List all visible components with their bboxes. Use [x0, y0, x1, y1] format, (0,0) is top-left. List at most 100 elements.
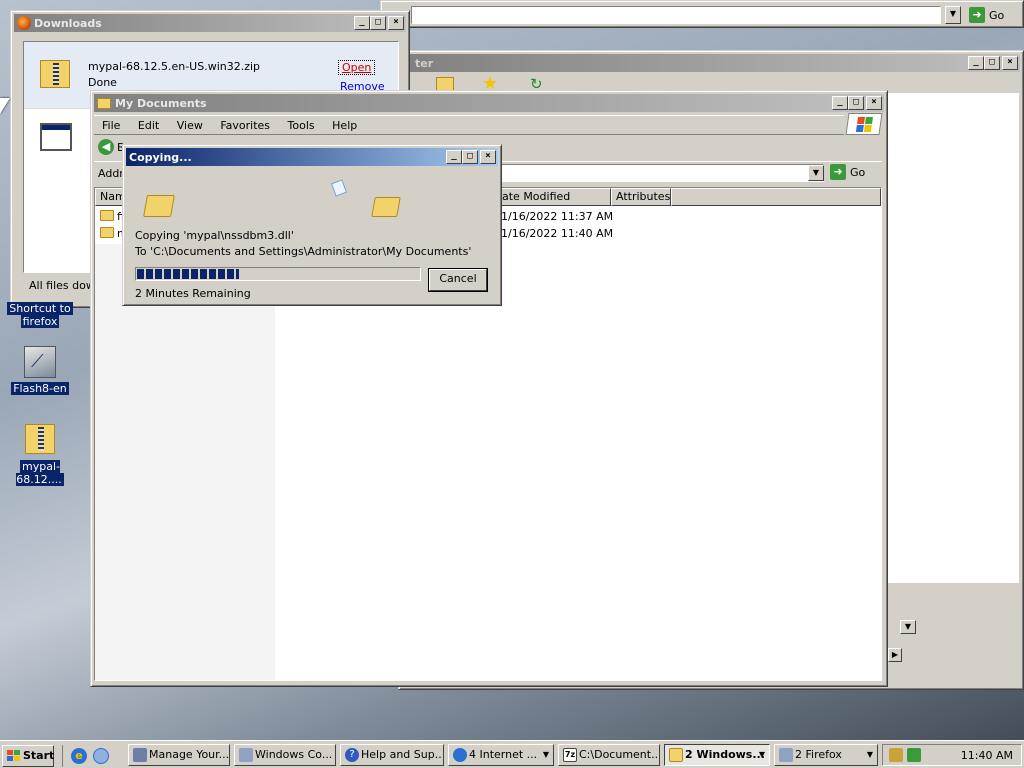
address-label: Addr — [98, 167, 124, 180]
close-button[interactable]: × — [480, 150, 496, 164]
download-filename: mypal-68.12.5.en-US.win32.zip — [88, 60, 261, 73]
background-browser-window: ▼ ➜ Go — [380, 0, 1024, 28]
copying-destination-text: To 'C:\Documents and Settings\Administra… — [135, 245, 472, 258]
mouse-cursor-icon — [0, 98, 10, 114]
flash-installer-icon: ⟋ — [24, 346, 56, 378]
close-button[interactable]: × — [866, 96, 882, 110]
address-go-button[interactable]: ➜ Go — [830, 164, 865, 180]
group-arrow-icon: ▼ — [542, 750, 549, 759]
folder-title-icon — [97, 97, 111, 109]
menu-help[interactable]: Help — [332, 119, 357, 132]
menu-favorites[interactable]: Favorites — [220, 119, 270, 132]
go-arrow-icon: ➜ — [830, 164, 846, 180]
minimize-button[interactable]: _ — [968, 56, 984, 70]
copying-file-text: Copying 'mypal\nssdbm3.dll' — [135, 229, 294, 242]
source-folder-icon — [143, 195, 175, 217]
column-header-attributes[interactable]: Attributes — [611, 188, 671, 206]
zip-file-icon — [25, 424, 55, 454]
icon-label: mypal-68.12.... — [16, 460, 64, 486]
minimize-button[interactable]: _ — [354, 16, 370, 30]
cancel-button[interactable]: Cancel — [428, 268, 488, 292]
go-label: Go — [989, 8, 1005, 22]
my-documents-title: My Documents — [115, 96, 207, 110]
minimize-button[interactable]: _ — [832, 96, 848, 110]
column-header-filler — [671, 188, 881, 206]
start-label: Start — [23, 749, 55, 762]
tray-tools-icon[interactable] — [889, 748, 903, 762]
taskbar-button-manage-your[interactable]: Manage Your... — [128, 744, 230, 766]
computer-management-icon — [133, 748, 147, 762]
taskbar-button-help-and-support[interactable]: ? Help and Sup... — [340, 744, 444, 766]
maximize-button[interactable]: □ — [984, 56, 1000, 70]
show-desktop-icon[interactable] — [93, 748, 109, 764]
menu-edit[interactable]: Edit — [138, 119, 159, 132]
taskbar-button-windows-co[interactable]: Windows Co... — [234, 744, 336, 766]
icon-label: Shortcut to — [7, 302, 73, 315]
scroll-down-button[interactable]: ▼ — [900, 620, 916, 634]
icon-label: firefox — [20, 315, 60, 328]
desktop-icon-mypal-zip[interactable]: mypal-68.12.... — [0, 424, 80, 486]
taskbar-button-c-document[interactable]: 7z C:\Document... — [558, 744, 660, 766]
download-status: Done — [88, 76, 117, 89]
flying-paper-icon — [330, 179, 348, 197]
background-window-title: ter — [415, 56, 434, 70]
maximize-button[interactable]: □ — [462, 150, 478, 164]
copy-progress-fill — [137, 269, 239, 279]
copy-progress-bar — [135, 267, 421, 281]
desktop-icon-flash8[interactable]: ⟋ Flash8-en — [0, 346, 80, 395]
internet-explorer-icon — [453, 748, 467, 762]
go-label: Go — [850, 165, 866, 179]
time-remaining: 2 Minutes Remaining — [135, 287, 251, 300]
folder-toolbar-icon[interactable] — [436, 77, 454, 91]
menu-tools[interactable]: Tools — [288, 119, 315, 132]
taskbar-button-internet[interactable]: 4 Internet ... ▼ — [448, 744, 554, 766]
windows-components-icon — [239, 748, 253, 762]
go-arrow-icon: ➜ — [969, 7, 985, 23]
address-dropdown[interactable]: ▼ — [808, 165, 824, 181]
folder-icon — [100, 210, 114, 221]
copying-title: Copying... — [129, 150, 192, 164]
system-tray: 11:40 AM — [882, 744, 1022, 766]
menu-view[interactable]: View — [177, 119, 203, 132]
background-scrollbar[interactable]: ▼ ▶ — [888, 586, 918, 686]
minimize-button[interactable]: _ — [446, 150, 462, 164]
maximize-button[interactable]: □ — [370, 16, 386, 30]
maximize-button[interactable]: □ — [848, 96, 864, 110]
scroll-right-button[interactable]: ▶ — [888, 648, 902, 662]
desktop-icon-shortcut-firefox[interactable]: Shortcut to firefox — [0, 302, 80, 328]
taskbar-button-windows-group[interactable]: 2 Windows... ▼ — [664, 744, 770, 766]
left-pane-panel — [95, 244, 275, 680]
open-link[interactable]: Open — [338, 60, 376, 75]
taskbar-button-firefox[interactable]: 2 Firefox ▼ — [774, 744, 878, 766]
icon-label: Flash8-en — [11, 382, 69, 395]
zip-file-icon — [40, 60, 70, 88]
folder-icon — [669, 748, 683, 762]
file-modified: 1/16/2022 11:37 AM — [501, 210, 614, 223]
application-window-icon — [40, 123, 72, 151]
close-button[interactable]: × — [388, 16, 404, 30]
firefox-icon — [779, 748, 793, 762]
internet-explorer-icon[interactable]: e — [71, 748, 87, 764]
tray-network-icon[interactable] — [907, 748, 921, 762]
help-icon: ? — [345, 748, 359, 762]
browser-address-dropdown[interactable]: ▼ — [945, 6, 961, 24]
background-window-content — [879, 93, 1019, 583]
copying-dialog: Copying... _ □ × Copying 'mypal\nssdbm3.… — [122, 144, 502, 306]
7zip-icon: 7z — [563, 748, 577, 762]
file-modified: 1/16/2022 11:40 AM — [501, 227, 614, 240]
group-arrow-icon: ▼ — [758, 750, 765, 759]
quick-launch: e — [62, 745, 118, 767]
column-header-date-modified[interactable]: ate Modified — [499, 188, 611, 206]
group-arrow-icon: ▼ — [866, 750, 873, 759]
destination-folder-icon — [371, 197, 401, 217]
menu-bar: File Edit View Favorites Tools Help — [94, 115, 844, 135]
downloads-footer: All files dow — [29, 279, 95, 292]
close-button[interactable]: × — [1002, 56, 1018, 70]
start-button[interactable]: Start — [2, 745, 54, 767]
menu-file[interactable]: File — [102, 119, 120, 132]
folder-icon — [100, 227, 114, 238]
browser-go-button[interactable]: ➜ Go — [969, 6, 1013, 24]
firefox-icon — [17, 16, 31, 30]
browser-address-field[interactable] — [411, 6, 941, 24]
downloads-title: Downloads — [34, 16, 102, 30]
